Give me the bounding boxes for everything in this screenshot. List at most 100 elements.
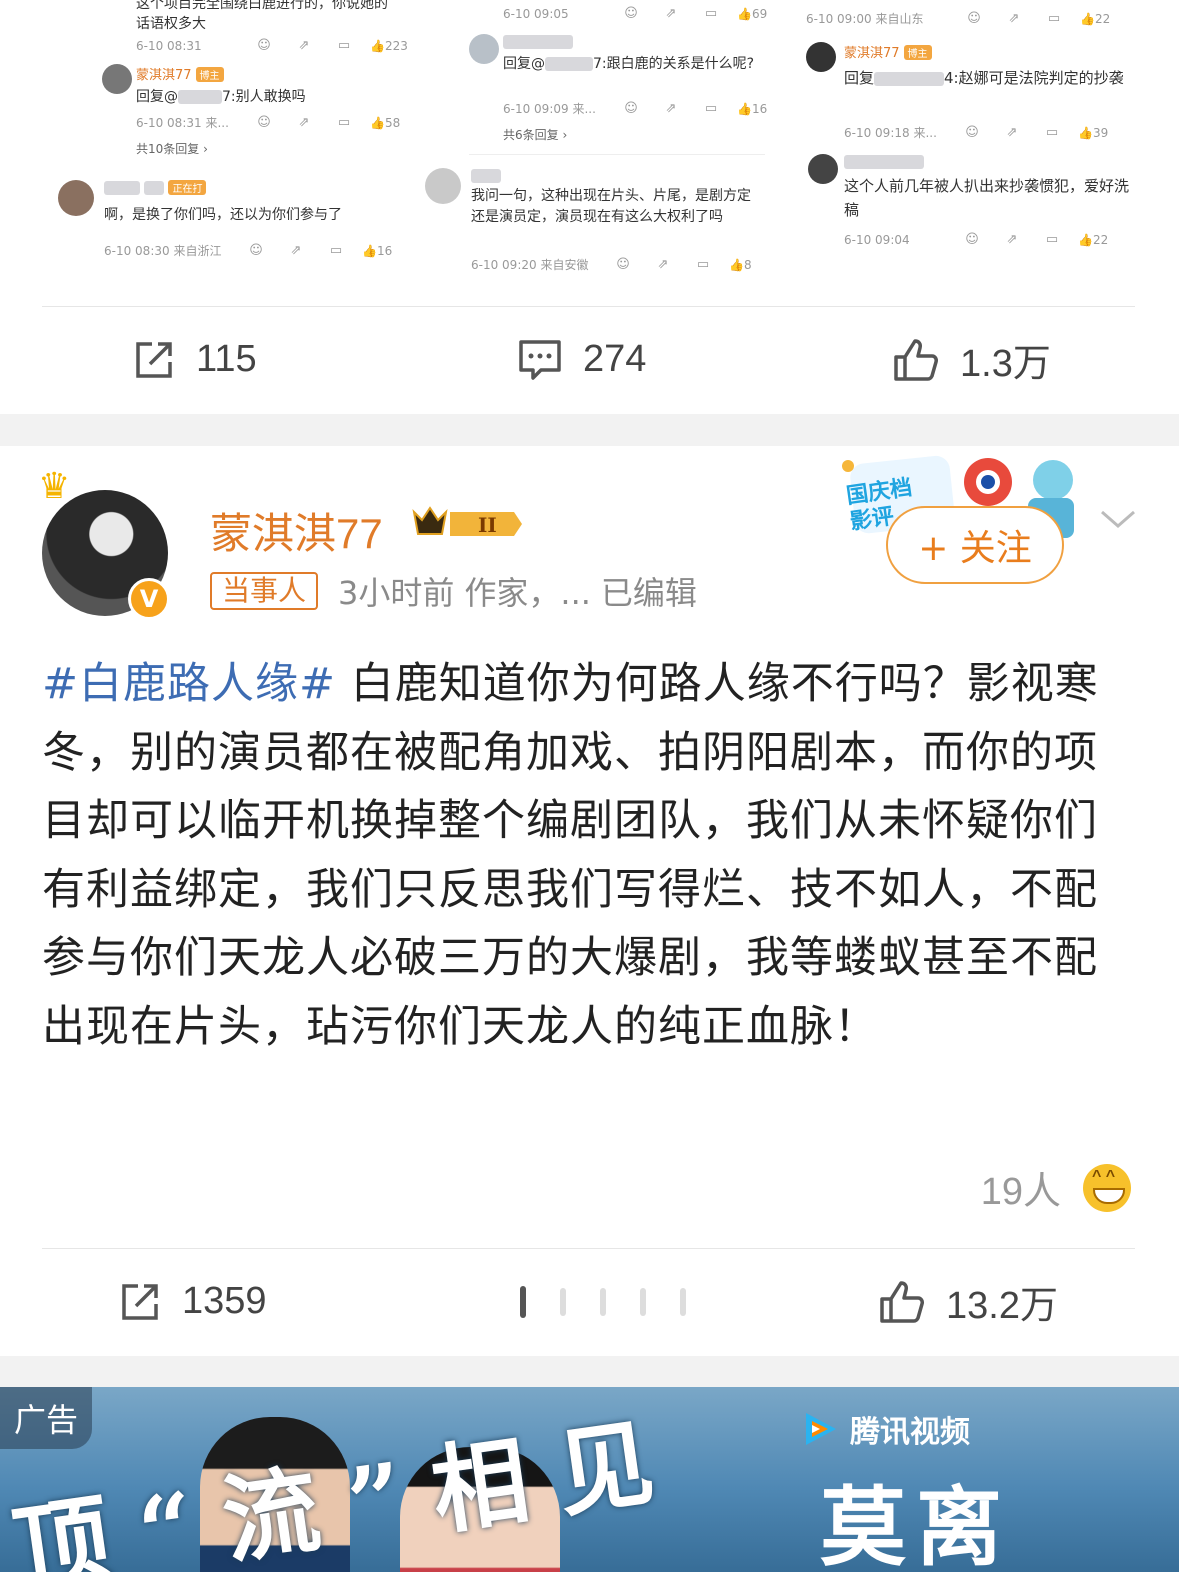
- comment-column-2: 6-10 09:05 ☺ ⇗ ▭ 👍 69 回复@ 7:跟白鹿的关系是什么呢? 6…: [425, 0, 767, 290]
- comment-column-1: 这个项目完全围绕白鹿进行的，你说她的话语权多大 6-10 08:31 ☺ ⇗ ▭…: [50, 0, 408, 290]
- like-count: 16: [376, 243, 393, 258]
- like-icon[interactable]: 👍: [370, 39, 385, 53]
- reaction-count: 19人: [980, 1171, 1061, 1213]
- share-icon[interactable]: ⇗: [992, 232, 1032, 247]
- avatar[interactable]: [102, 64, 132, 94]
- comment-icon[interactable]: ▭: [691, 6, 731, 21]
- like-icon[interactable]: 👍: [362, 244, 377, 258]
- share-icon[interactable]: ⇗: [994, 11, 1034, 26]
- like-icon[interactable]: 👍: [1080, 12, 1095, 26]
- feed-separator: [0, 414, 1179, 446]
- post-action-bar: 1359 13.2万: [42, 1248, 1135, 1354]
- repost-button[interactable]: 1359: [118, 1280, 267, 1324]
- share-icon[interactable]: ⇗: [276, 243, 316, 258]
- comment-meta: 6-10 09:09 来... ☺ ⇗ ▭ 👍 16: [503, 100, 843, 117]
- post-username[interactable]: 蒙淇淇77: [210, 500, 383, 561]
- blogger-badge: 博主: [195, 67, 224, 82]
- share-icon[interactable]: ⇗: [992, 125, 1032, 140]
- more-replies-link[interactable]: 共6条回复 ›: [503, 126, 843, 143]
- emoji-icon[interactable]: ☺: [611, 101, 651, 116]
- post-meta: 当事人 3小时前 作家，... 已编辑: [210, 568, 697, 614]
- like-icon[interactable]: 👍: [1078, 233, 1093, 247]
- avatar[interactable]: [469, 34, 499, 64]
- like-count: 1.3万: [960, 343, 1051, 385]
- comment-icon[interactable]: ▭: [683, 257, 723, 272]
- emoji-icon[interactable]: ☺: [244, 38, 284, 53]
- follow-button[interactable]: + 关注: [886, 506, 1064, 584]
- like-icon[interactable]: 👍: [737, 102, 752, 116]
- redacted-name: [178, 90, 222, 104]
- hashtag-link[interactable]: #白鹿路人缘#: [42, 659, 336, 709]
- comment-meta: 6-10 09:00 来自山东 ☺ ⇗ ▭ 👍 22: [806, 10, 1146, 27]
- comment-time: 6-10 09:05: [503, 6, 569, 21]
- comment-time: 6-10 09:09 来...: [503, 102, 596, 116]
- emoji-icon[interactable]: ☺: [244, 115, 284, 130]
- like-icon[interactable]: 👍: [737, 7, 752, 21]
- emoji-icon[interactable]: ☺: [603, 257, 643, 272]
- share-icon[interactable]: ⇗: [284, 115, 324, 130]
- share-icon[interactable]: ⇗: [651, 6, 691, 21]
- comment-icon[interactable]: ▭: [316, 243, 356, 258]
- like-button[interactable]: 13.2万: [878, 1274, 1058, 1329]
- comment-loading-indicator: [520, 1285, 686, 1318]
- ad-label: 广告: [0, 1387, 93, 1449]
- post-text: 白鹿知道你为何路人缘不行吗？影视寒冬，别的演员都在被配角加戏、拍阴阳剧本，而你的…: [42, 659, 1099, 1052]
- comment-text: 我问一句，这种出现在片头、片尾，是剧方定还是演员定，演员现在有这么大权利了吗: [471, 188, 751, 225]
- comment-button[interactable]: 274: [517, 338, 646, 382]
- comment-nickname[interactable]: 蒙淇淇77: [844, 46, 900, 61]
- avatar[interactable]: [58, 180, 94, 216]
- like-button[interactable]: 1.3万: [892, 332, 1051, 387]
- ad-drama-title: 莫离: [820, 1477, 1012, 1572]
- ad-banner[interactable]: 顶“流”相见 广告 腾讯视频 莫离: [0, 1387, 1179, 1572]
- share-icon[interactable]: ⇗: [284, 38, 324, 53]
- chevron-down-icon[interactable]: [1098, 504, 1138, 534]
- emoji-icon[interactable]: ☺: [236, 243, 276, 258]
- ad-slogan: 顶“流”相见: [6, 1401, 691, 1572]
- repost-button[interactable]: 115: [132, 338, 257, 382]
- loading-bar: [520, 1285, 526, 1318]
- comment-nickname[interactable]: 蒙淇淇77: [136, 68, 192, 83]
- like-icon[interactable]: 👍: [729, 258, 744, 272]
- avatar[interactable]: [808, 154, 838, 184]
- thumbs-up-icon: [880, 1280, 924, 1323]
- like-count: 58: [384, 115, 401, 130]
- comment-time: 6-10 08:31 来...: [136, 116, 229, 130]
- like-count: 69: [751, 6, 768, 21]
- like-icon[interactable]: 👍: [1078, 126, 1093, 140]
- share-icon[interactable]: ⇗: [651, 101, 691, 116]
- emoji-icon[interactable]: ☺: [954, 11, 994, 26]
- comment-meta: 6-10 09:04 ☺ ⇗ ▭ 👍 22: [844, 232, 1179, 247]
- comment-icon[interactable]: ▭: [324, 115, 364, 130]
- repost-icon: [136, 341, 172, 378]
- comment-icon[interactable]: ▭: [1032, 125, 1072, 140]
- emoji-icon[interactable]: ☺: [952, 125, 992, 140]
- redacted-name: [144, 181, 165, 195]
- comment-time: 6-10 08:30 来自浙江: [104, 244, 222, 258]
- like-icon[interactable]: 👍: [370, 116, 385, 130]
- avatar[interactable]: [806, 42, 836, 72]
- emoji-icon[interactable]: ☺: [611, 6, 651, 21]
- comment-text: 这个人前几年被人扒出来抄袭惯犯，爱好洗稿: [844, 177, 1130, 219]
- comment-icon[interactable]: ▭: [691, 101, 731, 116]
- share-icon[interactable]: ⇗: [643, 257, 683, 272]
- repost-count: 115: [196, 338, 257, 380]
- redacted-name: [503, 35, 573, 49]
- comment-meta: 6-10 09:05 ☺ ⇗ ▭ 👍 69: [503, 6, 843, 21]
- svg-text:II: II: [478, 513, 497, 537]
- loading-bar: [600, 1287, 606, 1316]
- comment-icon: [519, 339, 561, 380]
- avatar[interactable]: [425, 168, 461, 204]
- like-count: 223: [384, 38, 408, 53]
- grinning-emoji-icon: [1083, 1163, 1131, 1212]
- comment-icon[interactable]: ▭: [324, 38, 364, 53]
- comment-time: 6-10 09:00 来自山东: [806, 12, 924, 26]
- comment-meta: 6-10 08:30 来自浙江 ☺ ⇗ ▭ 👍 16: [104, 242, 444, 259]
- comment-icon[interactable]: ▭: [1032, 232, 1072, 247]
- redacted-name: [104, 181, 140, 195]
- emoji-icon[interactable]: ☺: [952, 232, 992, 247]
- reply-prefix: 回复@: [136, 89, 178, 105]
- comment-text: 回复 4:赵娜可是法院判定的抄袭: [844, 66, 1134, 90]
- reaction-summary[interactable]: 19人: [981, 1160, 1131, 1215]
- like-count: 22: [1094, 11, 1111, 26]
- comment-icon[interactable]: ▭: [1034, 11, 1074, 26]
